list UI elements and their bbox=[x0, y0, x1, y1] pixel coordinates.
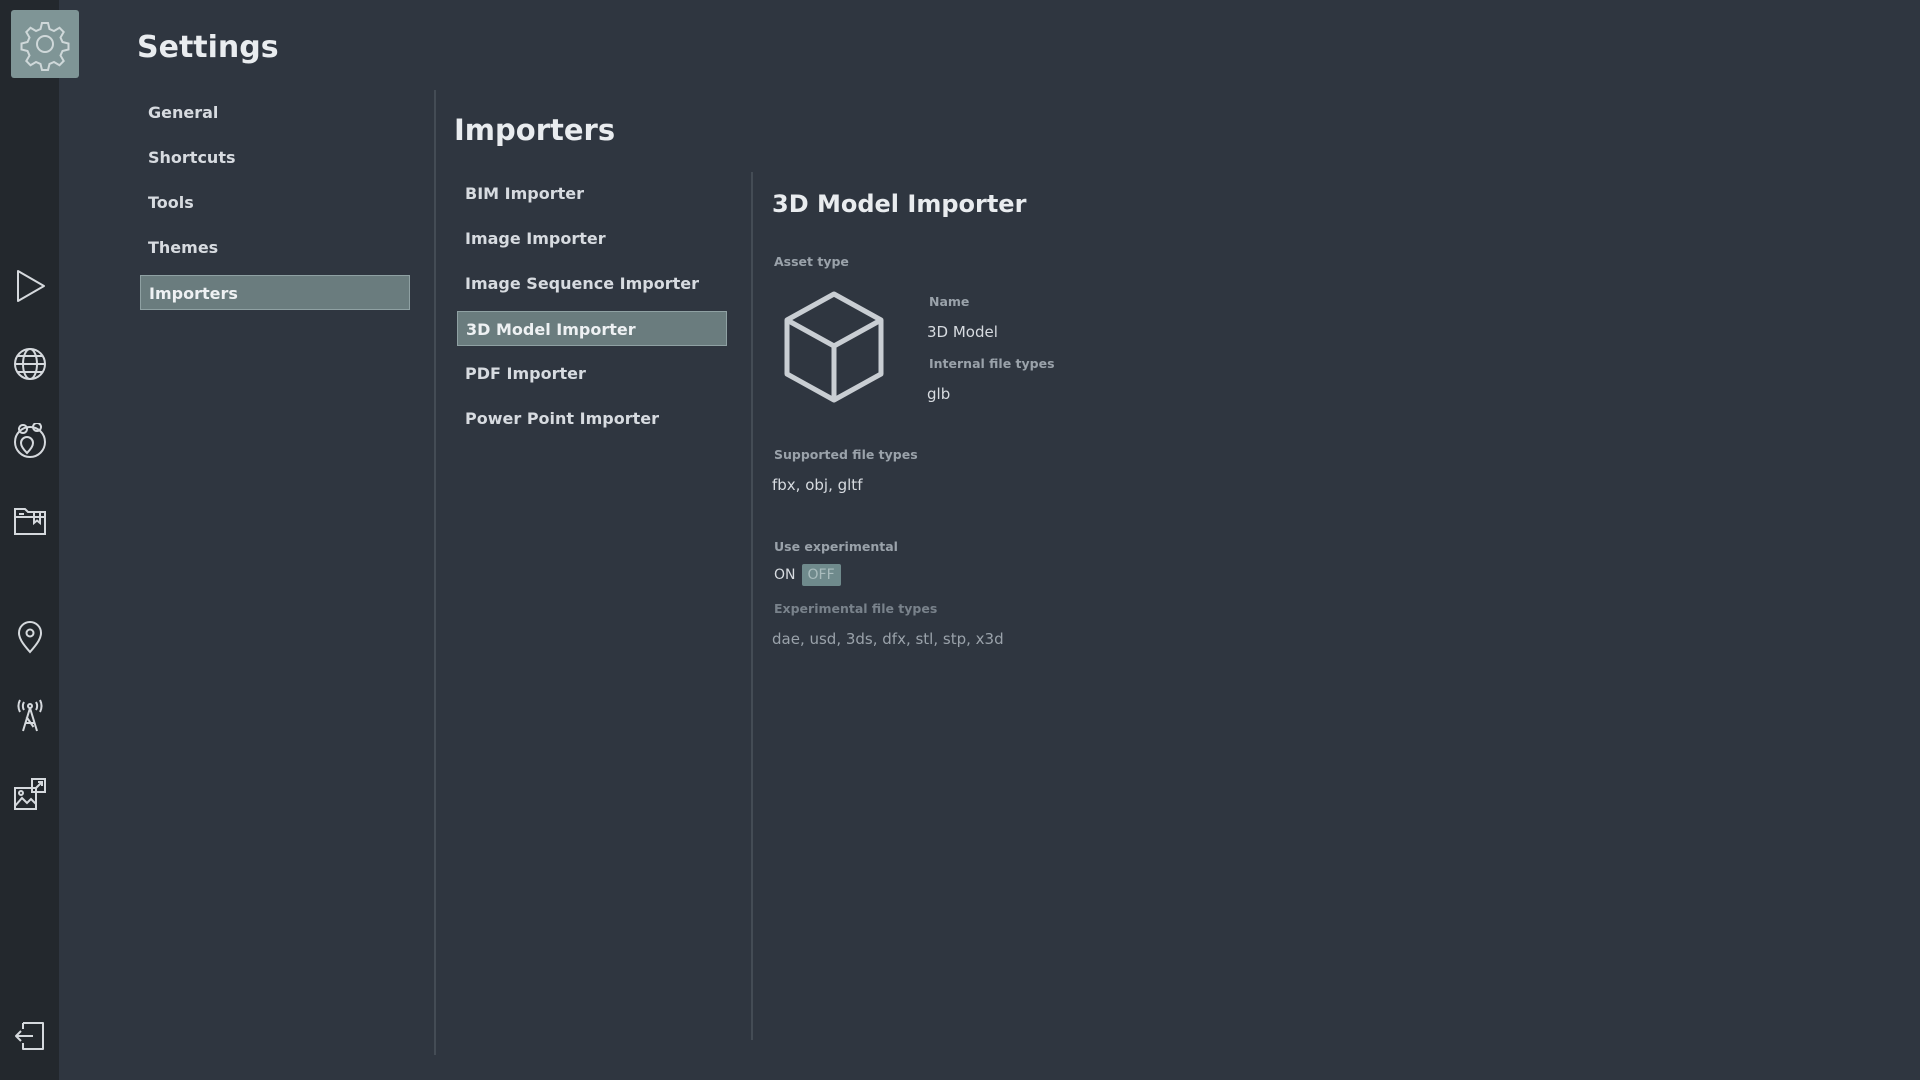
importer-item-image[interactable]: Image Importer bbox=[457, 221, 727, 256]
importer-item-bim[interactable]: BIM Importer bbox=[457, 176, 727, 211]
logout-icon bbox=[13, 1019, 47, 1053]
nav-item-shortcuts[interactable]: Shortcuts bbox=[140, 140, 410, 175]
settings-app-button[interactable] bbox=[11, 10, 79, 78]
plugins-button[interactable] bbox=[10, 774, 50, 814]
toggle-off-option[interactable]: OFF bbox=[801, 564, 841, 586]
folder-bookmark-icon bbox=[12, 502, 48, 538]
antenna-button[interactable] bbox=[10, 696, 50, 736]
supported-file-types-value: fbx, obj, gltf bbox=[772, 476, 863, 494]
folder-button[interactable] bbox=[10, 500, 50, 540]
puzzle-picture-icon bbox=[12, 776, 48, 812]
cube-icon bbox=[782, 290, 886, 404]
icon-rail bbox=[0, 0, 79, 1080]
importer-detail-panel: 3D Model Importer Asset type Name 3D Mod… bbox=[772, 190, 1672, 648]
importer-item-pdf[interactable]: PDF Importer bbox=[457, 356, 727, 391]
experimental-file-types-label: Experimental file types bbox=[774, 601, 938, 616]
use-experimental-label: Use experimental bbox=[774, 539, 898, 554]
importers-list: BIM Importer Image Importer Image Sequen… bbox=[457, 176, 727, 446]
globe-button[interactable] bbox=[10, 344, 50, 384]
location-pin-icon bbox=[15, 621, 45, 655]
detail-title: 3D Model Importer bbox=[772, 190, 1027, 218]
internal-file-types-label: Internal file types bbox=[929, 356, 1055, 371]
importer-item-image-sequence[interactable]: Image Sequence Importer bbox=[457, 266, 727, 301]
nav-item-general[interactable]: General bbox=[140, 95, 410, 130]
location-button[interactable] bbox=[10, 618, 50, 658]
internal-file-types-value: glb bbox=[927, 385, 951, 403]
divider bbox=[751, 172, 753, 1040]
experimental-file-types-value: dae, usd, 3ds, dfx, stl, stp, x3d bbox=[772, 630, 1004, 648]
settings-nav: General Shortcuts Tools Themes Importers bbox=[140, 95, 410, 320]
play-icon bbox=[12, 268, 48, 304]
antenna-tower-icon bbox=[13, 699, 47, 733]
map-pins-button[interactable] bbox=[10, 422, 50, 462]
divider bbox=[434, 90, 436, 1055]
page-title: Settings bbox=[137, 30, 279, 65]
nav-item-importers[interactable]: Importers bbox=[140, 275, 410, 310]
importer-item-3d-model[interactable]: 3D Model Importer bbox=[457, 311, 727, 346]
globe-icon bbox=[12, 346, 48, 382]
importer-item-power-point[interactable]: Power Point Importer bbox=[457, 401, 727, 436]
nav-item-tools[interactable]: Tools bbox=[140, 185, 410, 220]
asset-type-label: Asset type bbox=[774, 254, 849, 269]
play-button[interactable] bbox=[10, 266, 50, 306]
experimental-toggle[interactable]: ON OFF bbox=[774, 564, 841, 586]
toggle-on-option[interactable]: ON bbox=[774, 564, 802, 586]
nav-item-themes[interactable]: Themes bbox=[140, 230, 410, 265]
name-label: Name bbox=[929, 294, 970, 309]
name-value: 3D Model bbox=[927, 323, 998, 341]
map-pins-icon bbox=[11, 423, 49, 461]
section-title: Importers bbox=[454, 113, 616, 147]
gear-icon bbox=[18, 17, 72, 71]
logout-button[interactable] bbox=[10, 1016, 50, 1056]
supported-file-types-label: Supported file types bbox=[774, 447, 918, 462]
